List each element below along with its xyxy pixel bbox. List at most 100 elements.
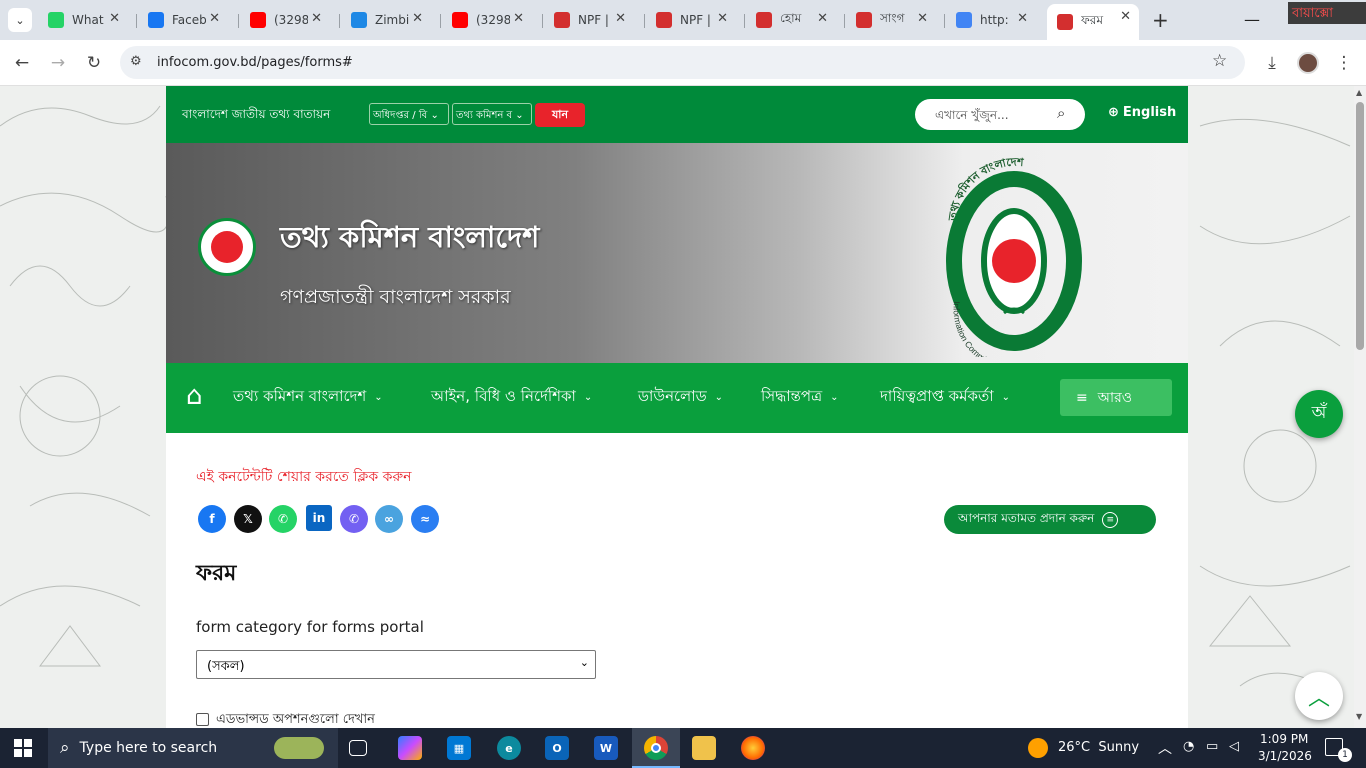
portal-top-bar: বাংলাদেশ জাতীয় তথ্য বাতায়ন অধিদপ্তর / … [166,86,1188,143]
tab-close-icon[interactable]: ✕ [412,11,423,26]
tab-search-button[interactable]: ⌄ [8,8,32,32]
taskbar-search-placeholder: Type here to search [79,740,218,756]
profile-avatar[interactable] [1297,52,1319,74]
tray-chevron-up-icon[interactable]: ︿ [1158,738,1172,758]
browser-tab[interactable]: Faceb ✕ [138,6,228,34]
tab-close-icon[interactable]: ✕ [513,11,524,26]
tab-close-icon[interactable]: ✕ [109,11,120,26]
weather-sun-icon[interactable] [1028,738,1048,758]
more-menu-button[interactable]: ≡ আরও [1060,379,1172,416]
browser-tab-strip: ⌄ What ✕ Faceb ✕ (3298 ✕ Zimbi ✕ (3298 ✕ NPF | ✕ NPF… [0,0,1366,40]
battery-icon[interactable]: ▭ [1206,739,1218,754]
menu-label: সিদ্ধান্তপত্র [761,387,823,405]
language-switch[interactable]: ⊕ English [1108,105,1176,120]
browser-tab[interactable]: (3298 ✕ [240,6,330,34]
browser-tab[interactable]: What ✕ [38,6,128,34]
browser-tab[interactable]: হোম ✕ [746,6,836,34]
copy-link-icon[interactable]: ∞ [375,505,403,533]
browser-tab[interactable]: Zimbi ✕ [341,6,431,34]
copilot-icon[interactable] [398,736,422,760]
whatsapp-icon [48,12,64,28]
browser-tab[interactable]: ফরম ✕ [1047,4,1139,40]
language-label: English [1122,105,1177,120]
messenger-share-icon[interactable]: ≈ [411,505,439,533]
home-icon[interactable]: ⌂ [186,381,203,411]
office-select[interactable]: অধিদপ্তর / বি ⌄ [369,103,449,125]
scrollbar-thumb[interactable] [1356,102,1364,350]
advanced-label[interactable]: এডভান্সড অপশনগুলো দেখান [216,710,375,728]
page-viewport: বাংলাদেশ জাতীয় তথ্য বাতায়ন অধিদপ্তর / … [0,86,1354,728]
tab-close-icon[interactable]: ✕ [209,11,220,26]
taskbar-search-box[interactable]: ⌕ Type here to search [48,728,338,768]
wifi-icon[interactable]: ◔ [1183,739,1194,754]
menu-item-officers[interactable]: দায়িত্বপ্রাপ্ত কর্মকর্তা ⌄ [880,385,1010,410]
url-text[interactable]: infocom.gov.bd/pages/forms# [157,55,353,70]
tab-separator [844,14,845,28]
tab-close-icon[interactable]: ✕ [615,11,626,26]
weather-text[interactable]: 26°C Sunny [1058,740,1139,755]
category-select-value: (সকল) [207,659,245,674]
edge-icon[interactable]: e [497,736,521,760]
address-bar[interactable]: ⚙ infocom.gov.bd/pages/forms# ☆ [120,46,1245,79]
menu-item-laws[interactable]: আইন, বিধি ও নির্দেশিকা ⌄ [431,385,592,410]
whatsapp-share-icon[interactable]: ✆ [269,505,297,533]
menu-item-decisions[interactable]: সিদ্ধান্তপত্র ⌄ [761,385,838,410]
menu-kebab-icon[interactable]: ⋮ [1333,52,1355,74]
viber-share-icon[interactable]: ✆ [340,505,368,533]
category-select[interactable]: (সকল) ⌄ [196,650,596,679]
new-tab-button[interactable]: + [1152,8,1169,32]
clock-time[interactable]: 1:09 PM [1260,732,1308,746]
page-scrollbar[interactable]: ▲ ▼ [1354,86,1366,728]
hamburger-icon: ≡ [1076,389,1088,406]
facebook-share-icon[interactable]: f [198,505,226,533]
chrome-taskbar-item[interactable] [632,728,680,768]
browser-tab[interactable]: NPF | ✕ [544,6,634,34]
back-to-top-button[interactable]: ︿ [1295,672,1343,720]
feedback-button[interactable]: আপনার মতামত প্রদান করুন ≡ [944,505,1156,534]
menu-item-download[interactable]: ডাউনলোড ⌄ [638,385,723,410]
browser-tab[interactable]: (3298 ✕ [442,6,532,34]
portal-name[interactable]: বাংলাদেশ জাতীয় তথ্য বাতায়ন [182,106,330,126]
site-search-box[interactable]: এখানে খুঁজুন... ⌕ [915,99,1085,130]
reload-icon[interactable]: ↻ [83,52,105,74]
tab-close-icon[interactable]: ✕ [817,11,828,26]
tab-title: NPF | [680,13,711,27]
clock-date[interactable]: 3/1/2026 [1258,749,1312,763]
logo-lotus-icon [992,239,1036,283]
tab-close-icon[interactable]: ✕ [717,11,728,26]
tab-close-icon[interactable]: ✕ [917,11,928,26]
firefox-icon[interactable] [741,736,765,760]
scrollbar-up-icon[interactable]: ▲ [1356,88,1362,97]
browser-tab[interactable]: NPF | ✕ [646,6,736,34]
file-explorer-icon[interactable] [692,736,716,760]
windows-start-icon[interactable] [14,739,32,757]
accessibility-button[interactable]: অঁ [1295,390,1343,438]
outlook-icon[interactable]: O [545,736,569,760]
download-icon[interactable]: ⤓ [1261,52,1283,74]
task-view-icon[interactable] [349,740,367,756]
tab-separator [944,14,945,28]
volume-icon[interactable]: ◁ [1229,739,1239,754]
back-icon[interactable]: ← [11,52,33,74]
site-select[interactable]: তথ্য কমিশন ব ⌄ [452,103,532,125]
x-share-icon[interactable]: 𝕏 [234,505,262,533]
advanced-checkbox[interactable] [196,713,209,726]
linkedin-share-icon[interactable]: in [306,505,332,531]
bookmark-star-icon[interactable]: ☆ [1212,51,1227,71]
scrollbar-down-icon[interactable]: ▼ [1356,712,1362,721]
tab-close-icon[interactable]: ✕ [311,11,322,26]
tab-close-icon[interactable]: ✕ [1017,11,1028,26]
tab-close-icon[interactable]: ✕ [1120,9,1131,24]
store-icon[interactable]: ▦ [447,736,471,760]
browser-tab[interactable]: http: ✕ [946,6,1036,34]
menu-item-commission[interactable]: তথ্য কমিশন বাংলাদেশ ⌄ [233,385,383,410]
search-icon[interactable]: ⌕ [1057,104,1065,122]
go-button[interactable]: যান [535,103,585,127]
site-info-icon[interactable]: ⚙ [130,54,142,69]
forward-icon[interactable]: → [47,52,69,74]
browser-tab[interactable]: সাংগ ✕ [846,6,936,34]
bd-govt-icon [1057,14,1073,30]
word-icon[interactable]: W [594,736,618,760]
minimize-button[interactable]: — [1244,10,1260,29]
govt-seal[interactable] [198,218,256,276]
